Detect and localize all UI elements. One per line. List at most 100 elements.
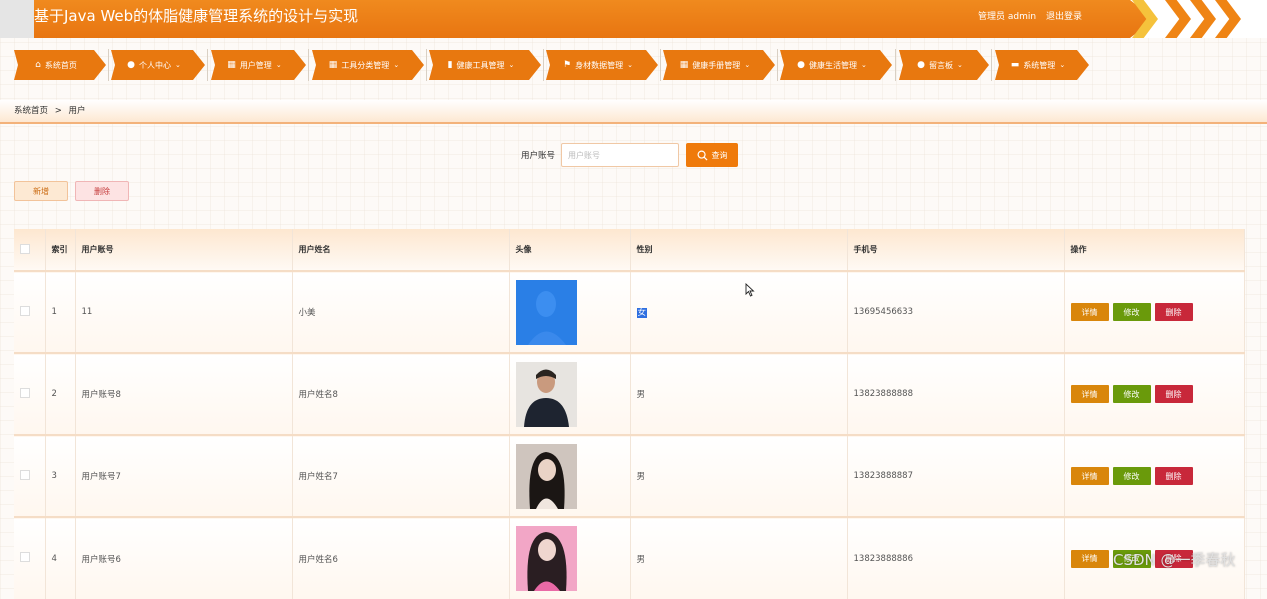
column-header-name[interactable]: 用户姓名: [292, 229, 510, 271]
search-icon: [697, 150, 708, 161]
flag-icon: ⚑: [563, 60, 572, 70]
nav-divider: [660, 49, 661, 81]
nav-item-label: 个人中心: [138, 60, 171, 70]
row-actions: 详情 修改 删除: [1064, 435, 1245, 517]
row-name: 用户姓名8: [292, 353, 510, 435]
nav-item-label: 留言板: [928, 60, 953, 70]
row-checkbox[interactable]: [20, 552, 30, 562]
chevron-down-icon: ⌄: [956, 61, 963, 69]
nav-item-label: 用户管理: [239, 60, 272, 70]
delete-button[interactable]: 删除: [1154, 467, 1193, 485]
detail-button[interactable]: 详情: [1070, 385, 1109, 403]
header: 基于Java Web的体脂健康管理系统的设计与实现 管理员 admin 退出登录: [0, 0, 1267, 38]
current-user: 管理员 admin: [978, 12, 1037, 22]
search-input[interactable]: [561, 143, 679, 167]
search-button[interactable]: 查询: [686, 143, 738, 167]
avatar: [515, 361, 577, 427]
breadcrumb-home[interactable]: 系统首页: [14, 106, 48, 116]
nav-item-healthy-life[interactable]: ● 健康生活管理 ⌄: [780, 50, 892, 80]
nav-item-health-manual[interactable]: ▦ 健康手册管理 ⌄: [663, 50, 775, 80]
grid-icon: ▦: [328, 60, 338, 70]
breadcrumb-current: 用户: [68, 106, 86, 116]
detail-button[interactable]: 详情: [1070, 467, 1109, 485]
home-icon: ⌂: [35, 60, 41, 70]
nav-item-label: 系统管理: [1023, 60, 1056, 70]
column-header-index: 索引: [45, 229, 76, 271]
user-icon: ●: [797, 60, 805, 70]
delete-button[interactable]: 删除: [1154, 385, 1193, 403]
nav-item-personal-center[interactable]: ● 个人中心 ⌄: [111, 50, 205, 80]
batch-delete-button[interactable]: 删除: [75, 181, 129, 201]
avatar-cell: [509, 353, 631, 435]
row-actions: 详情 修改 删除: [1064, 271, 1245, 353]
edit-button[interactable]: 修改: [1112, 303, 1151, 321]
chevron-decoration-icon: [1165, 0, 1191, 38]
nav-item-home[interactable]: ⌂ 系统首页: [14, 50, 106, 80]
bar-chart-icon: ▮: [447, 60, 453, 70]
logout-link[interactable]: 退出登录: [1046, 9, 1082, 22]
nav-divider: [308, 49, 309, 81]
row-actions: 详情 修改 删除: [1064, 353, 1245, 435]
nav-divider: [426, 49, 427, 81]
row-checkbox[interactable]: [20, 305, 30, 316]
row-checkbox[interactable]: [20, 469, 30, 480]
delete-button[interactable]: 删除: [1154, 303, 1193, 321]
nav-item-message-board[interactable]: ● 留言板 ⌄: [899, 50, 989, 80]
main-nav: ⌂ 系统首页 ● 个人中心 ⌄ ▦ 用户管理 ⌄ ▦ 工具分类管理 ⌄ ▮ 健康…: [0, 47, 1267, 83]
nav-divider: [207, 49, 208, 81]
breadcrumb-separator: >: [54, 106, 62, 116]
column-header-phone[interactable]: 手机号: [847, 229, 1065, 271]
avatar: [515, 526, 577, 591]
app-title: 基于Java Web的体脂健康管理系统的设计与实现: [34, 7, 359, 25]
nav-divider: [543, 49, 544, 81]
row-phone: 13823888887: [847, 435, 1065, 517]
nav-item-label: 健康手册管理: [692, 60, 741, 70]
nav-divider: [991, 49, 992, 81]
detail-button[interactable]: 详情: [1070, 549, 1109, 568]
add-button[interactable]: 新增: [14, 181, 68, 201]
table-row: 3 用户账号7 用户姓名7 男 13823888887 详情 修改 删除: [14, 435, 1245, 517]
nav-divider: [108, 49, 109, 81]
row-name: 用户姓名6: [292, 517, 510, 599]
nav-item-label: 身材数据管理: [575, 60, 624, 70]
nav-item-label: 健康工具管理: [456, 60, 505, 70]
row-phone: 13695456633: [847, 271, 1065, 353]
row-checkbox[interactable]: [20, 387, 30, 398]
nav-item-label: 工具分类管理: [341, 60, 390, 70]
row-index: 2: [45, 353, 76, 435]
detail-button[interactable]: 详情: [1070, 303, 1109, 321]
chevron-down-icon: ⌄: [1059, 61, 1066, 69]
row-index: 3: [45, 435, 76, 517]
chevron-down-icon: ⌄: [860, 61, 867, 69]
row-gender: 女: [630, 271, 848, 353]
nav-item-label: 健康生活管理: [808, 60, 857, 70]
header-left-strip: [0, 0, 34, 38]
search-label: 用户账号: [521, 151, 556, 161]
mouse-cursor-icon: [745, 283, 755, 297]
selected-text: 女: [636, 308, 648, 318]
column-header-account[interactable]: 用户账号: [75, 229, 293, 271]
chevron-down-icon: ⌄: [744, 61, 751, 69]
nav-item-health-tools[interactable]: ▮ 健康工具管理 ⌄: [429, 50, 541, 80]
column-header-avatar: 头像: [509, 229, 631, 271]
select-all-header: [14, 229, 46, 271]
nav-item-body-data[interactable]: ⚑ 身材数据管理 ⌄: [546, 50, 658, 80]
nav-item-system-management[interactable]: ▬ 系统管理 ⌄: [995, 50, 1089, 80]
column-header-ops: 操作: [1064, 229, 1245, 271]
row-gender: 男: [630, 435, 848, 517]
row-index: 4: [45, 517, 76, 599]
nav-item-user-management[interactable]: ▦ 用户管理 ⌄: [211, 50, 306, 80]
chevron-down-icon: ⌄: [627, 61, 633, 69]
nav-item-tool-category[interactable]: ▦ 工具分类管理 ⌄: [312, 50, 424, 80]
row-name: 小美: [292, 271, 510, 353]
nav-item-label: 系统首页: [44, 60, 77, 70]
table-row: 2 用户账号8 用户姓名8 男 13823888888 详情 修改 删除: [14, 353, 1245, 435]
row-account: 用户账号6: [75, 517, 293, 599]
row-index: 1: [45, 271, 76, 353]
row-name: 用户姓名7: [292, 435, 510, 517]
column-header-gender[interactable]: 性别: [630, 229, 848, 271]
edit-button[interactable]: 修改: [1112, 467, 1151, 485]
nav-divider: [895, 49, 896, 81]
select-all-checkbox[interactable]: [20, 243, 30, 254]
edit-button[interactable]: 修改: [1112, 385, 1151, 403]
